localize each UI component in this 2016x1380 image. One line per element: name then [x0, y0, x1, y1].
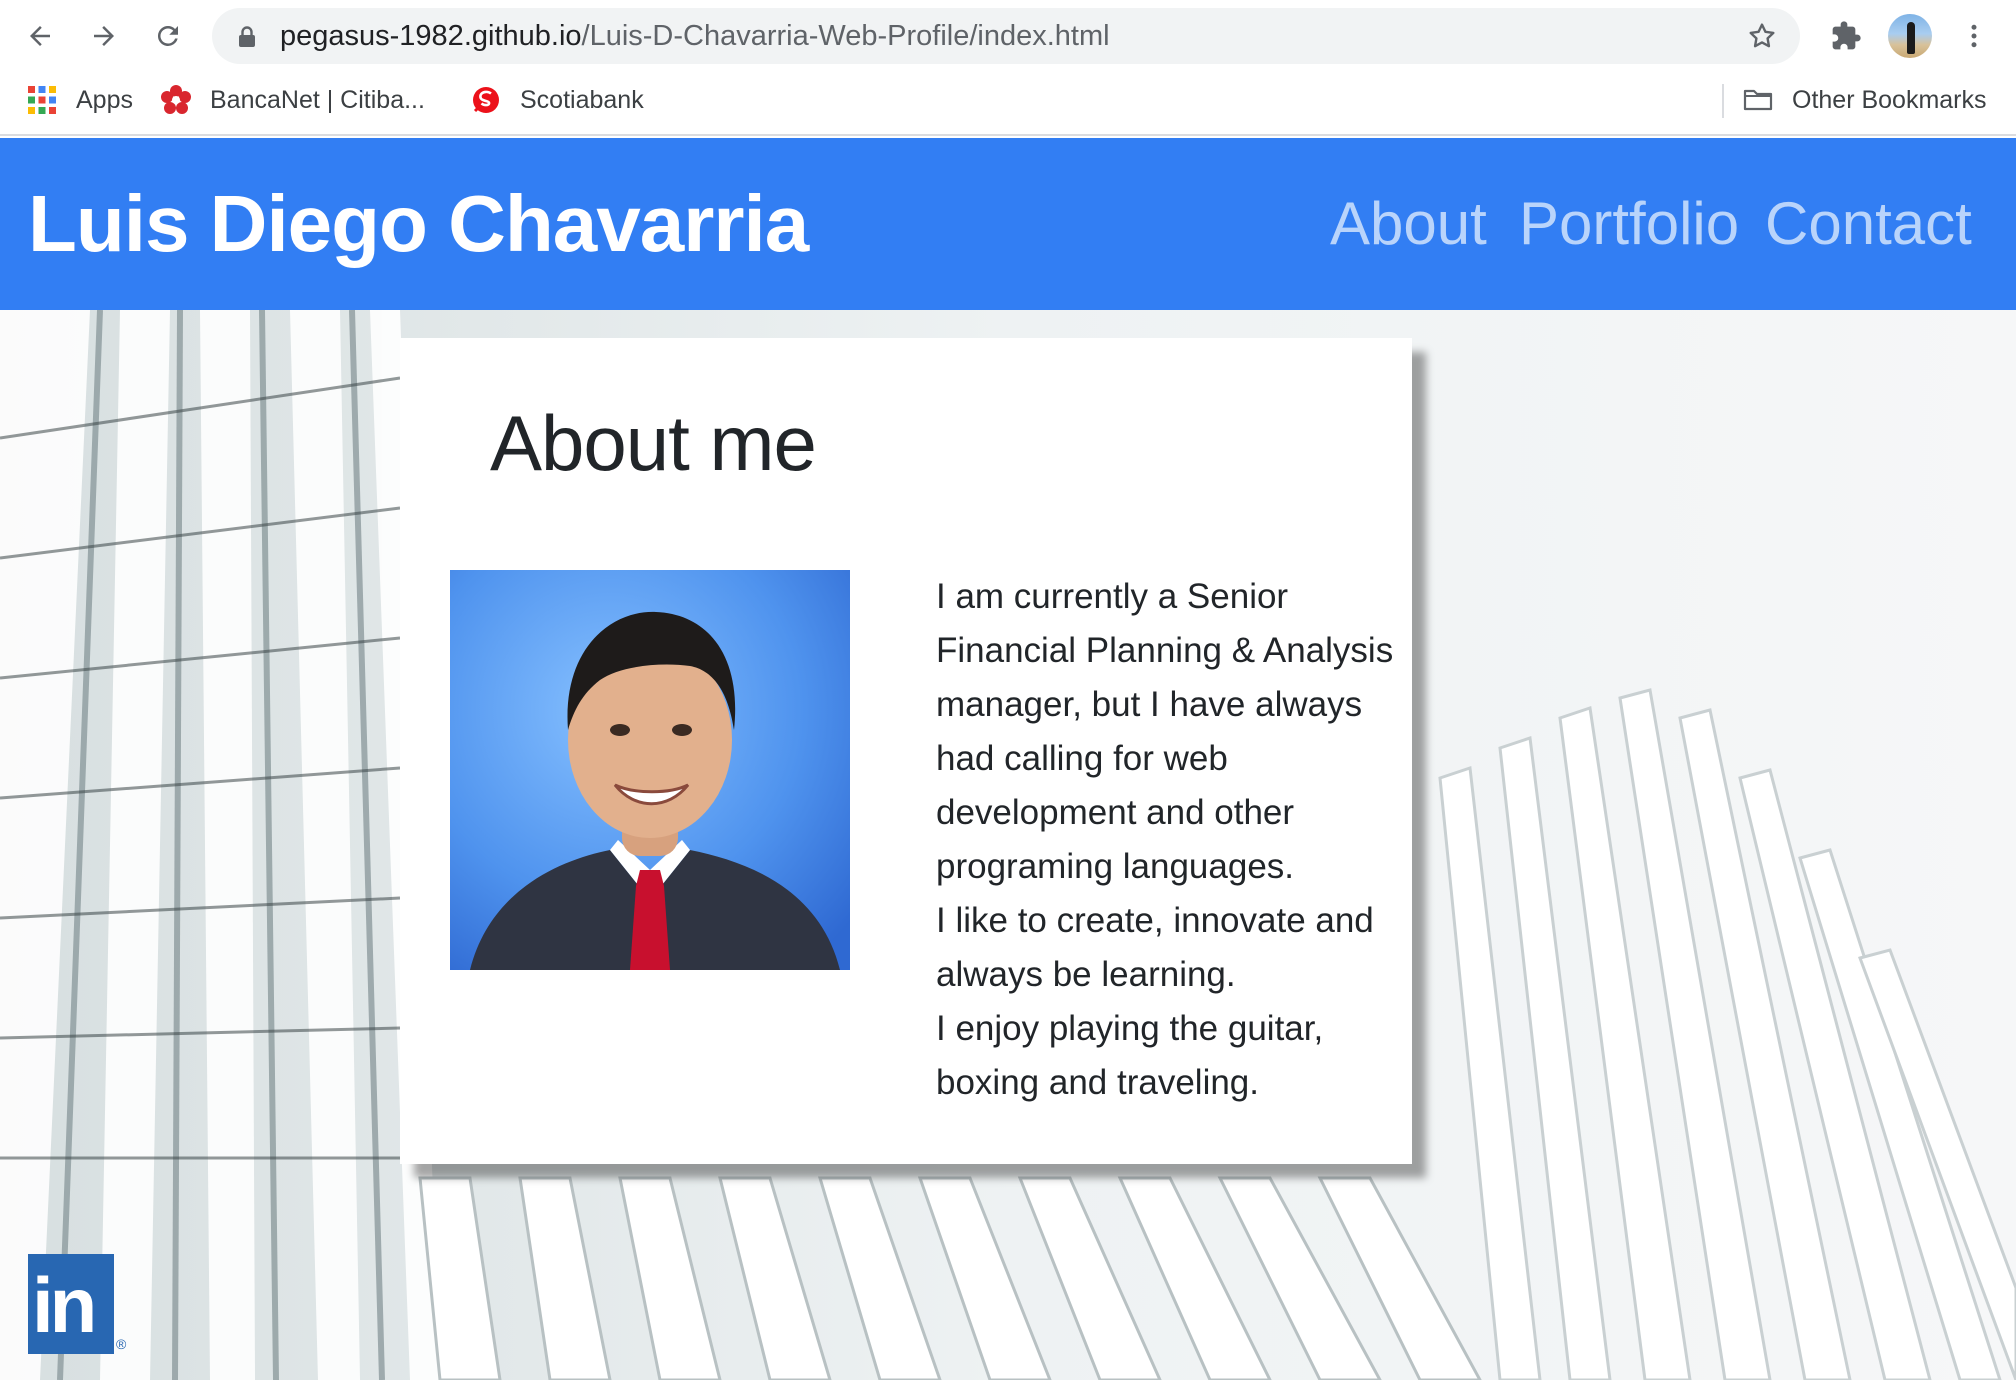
- url-path: /Luis-D-Chavarria-Web-Profile/index.html: [581, 20, 1110, 52]
- arrow-left-icon: [30, 26, 50, 46]
- citibanamex-logo-icon: [161, 85, 191, 114]
- about-card: About me I am currently a Senior Financi…: [400, 338, 1412, 1164]
- apps-grid-icon: [28, 86, 56, 114]
- nav-link-about[interactable]: About: [1330, 138, 1487, 310]
- page-viewport: Luis Diego Chavarria About Portfolio Con…: [0, 138, 2016, 1380]
- registered-mark: ®: [116, 1336, 127, 1352]
- address-bar[interactable]: pegasus-1982.github.io/Luis-D-Chavarria-…: [212, 8, 1800, 64]
- extensions-button[interactable]: [1824, 14, 1868, 58]
- bookmark-apps[interactable]: Apps: [26, 72, 133, 128]
- other-bookmarks-label: Other Bookmarks: [1792, 85, 1987, 114]
- browser-toolbar: pegasus-1982.github.io/Luis-D-Chavarria-…: [0, 0, 2016, 72]
- bookmark-scotiabank[interactable]: Scotiabank: [470, 72, 644, 128]
- menu-button[interactable]: [1952, 14, 1996, 58]
- linkedin-link[interactable]: in: [28, 1254, 114, 1354]
- bookmark-bancanet[interactable]: BancaNet | Citiba...: [160, 72, 425, 128]
- more-vert-icon: [1971, 24, 1977, 48]
- about-heading: About me: [490, 399, 817, 487]
- nav-link-portfolio[interactable]: Portfolio: [1519, 138, 1739, 310]
- forward-button[interactable]: [82, 14, 126, 58]
- profile-photo: [450, 570, 850, 970]
- about-paragraph: I like to create, innovate and always be…: [936, 901, 1374, 994]
- reload-button[interactable]: [146, 14, 190, 58]
- bookmarks-bar: Apps BancaNet | Citiba... Scotiabank Oth…: [0, 72, 2016, 136]
- bookmark-label: BancaNet | Citiba...: [210, 85, 425, 114]
- arrow-right-icon: [94, 26, 114, 46]
- bookmarks-divider: [1722, 84, 1724, 118]
- site-brand[interactable]: Luis Diego Chavarria: [28, 138, 809, 310]
- profile-avatar[interactable]: [1888, 14, 1932, 58]
- folder-icon: [1743, 89, 1773, 111]
- lock-icon: [239, 26, 255, 47]
- puzzle-icon: [1832, 21, 1861, 50]
- back-button[interactable]: [18, 14, 62, 58]
- about-paragraph: I am currently a Senior Financial Planni…: [936, 577, 1394, 886]
- bookmark-label: Apps: [76, 85, 133, 114]
- other-bookmarks[interactable]: Other Bookmarks: [1742, 72, 1987, 128]
- about-paragraph: I enjoy playing the guitar, boxing and t…: [936, 1009, 1324, 1102]
- bookmark-star-icon[interactable]: [1746, 20, 1778, 52]
- bookmark-label: Scotiabank: [520, 85, 644, 114]
- url-text: pegasus-1982.github.io/Luis-D-Chavarria-…: [280, 8, 1110, 64]
- reload-icon: [157, 25, 178, 46]
- url-host: pegasus-1982.github.io: [280, 20, 582, 52]
- site-navbar: Luis Diego Chavarria About Portfolio Con…: [0, 138, 2016, 310]
- linkedin-logo-icon: in: [32, 1261, 97, 1349]
- about-text: I am currently a Senior Financial Planni…: [936, 570, 1396, 1110]
- nav-link-contact[interactable]: Contact: [1765, 138, 1972, 310]
- scotiabank-logo-icon: [473, 87, 499, 113]
